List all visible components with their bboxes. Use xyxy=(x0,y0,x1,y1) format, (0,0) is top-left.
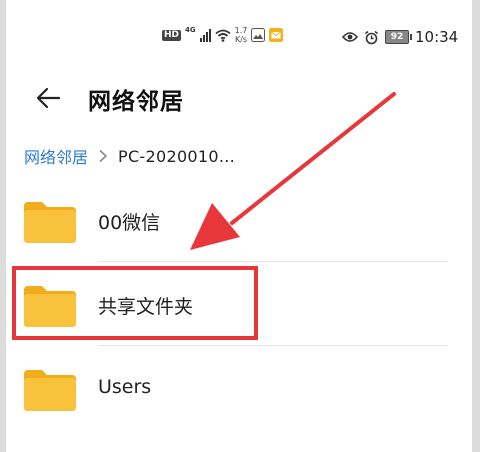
phone-screen: HD 4G 1.7 K/s 92 10:34 网络邻居 网络邻居 PC-2020… xyxy=(6,0,472,452)
annotation-arrow xyxy=(190,92,396,250)
right-edge xyxy=(472,0,480,452)
